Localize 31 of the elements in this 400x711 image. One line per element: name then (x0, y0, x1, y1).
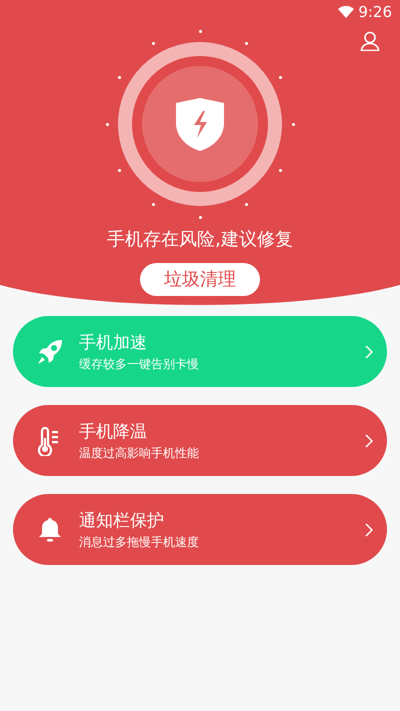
feature-card[interactable]: 通知栏保护 消息过多拖慢手机速度 (13, 494, 387, 565)
risk-message: 手机存在风险,建议修复 (107, 228, 293, 252)
dot-mark (152, 203, 155, 206)
dot-mark (118, 76, 121, 79)
feature-title: 通知栏保护 (79, 510, 165, 532)
dot-mark (279, 76, 282, 79)
feature-title: 手机加速 (79, 332, 148, 354)
dot-mark (279, 169, 282, 172)
dot-mark (292, 122, 294, 126)
feature-subtitle: 缓存较多一键告别卡慢 (79, 356, 200, 372)
dot-mark (198, 30, 202, 32)
junk-clean-button[interactable]: 垃圾清理 (140, 263, 260, 296)
feature-subtitle: 消息过多拖慢手机速度 (79, 534, 200, 550)
status-time: 9:26 (358, 2, 392, 23)
chevron-right-icon (365, 434, 373, 448)
dot-mark (118, 169, 121, 172)
feature-subtitle: 温度过高影响手机性能 (79, 444, 200, 462)
dot-mark (245, 42, 248, 45)
chevron-right-icon (365, 522, 373, 536)
wifi-icon (338, 6, 354, 18)
feature-title: 手机降温 (79, 420, 148, 444)
dot-mark (106, 122, 108, 126)
user-icon[interactable] (360, 31, 380, 51)
shield-icon (175, 96, 225, 152)
dot-mark (152, 42, 155, 45)
chevron-right-icon (365, 344, 373, 358)
feature-card[interactable]: 手机降温 温度过高影响手机性能 (13, 405, 387, 476)
rocket-icon (36, 338, 64, 366)
dot-mark (245, 203, 248, 206)
dot-mark (198, 216, 202, 218)
bell-icon (37, 516, 63, 544)
